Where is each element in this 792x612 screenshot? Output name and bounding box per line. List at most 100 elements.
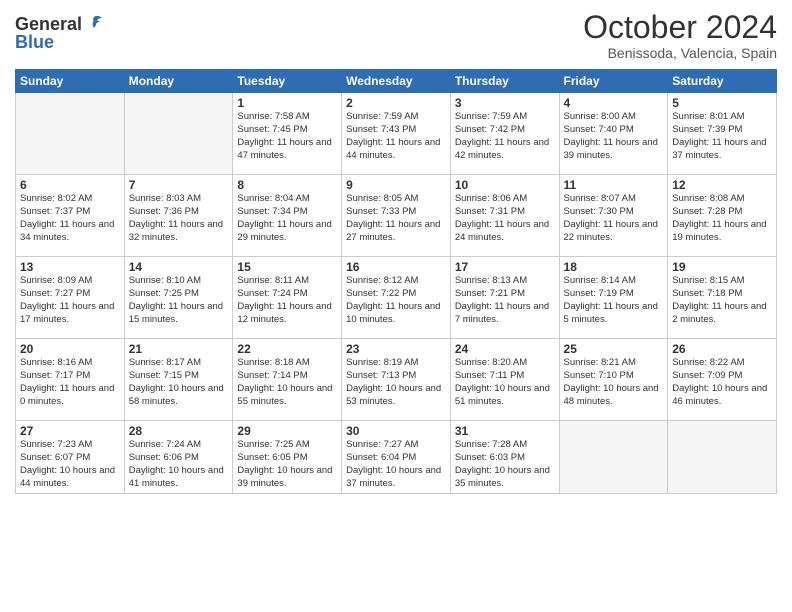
logo-bird-icon — [84, 14, 104, 34]
day-of-week-header: Tuesday — [233, 70, 342, 93]
calendar-week-row: 1Sunrise: 7:58 AM Sunset: 7:45 PM Daylig… — [16, 93, 777, 175]
day-number: 4 — [564, 96, 664, 110]
day-number: 10 — [455, 178, 555, 192]
day-info: Sunrise: 8:03 AM Sunset: 7:36 PM Dayligh… — [129, 193, 229, 244]
day-info: Sunrise: 8:10 AM Sunset: 7:25 PM Dayligh… — [129, 275, 229, 326]
calendar-week-row: 27Sunrise: 7:23 AM Sunset: 6:07 PM Dayli… — [16, 421, 777, 494]
day-info: Sunrise: 8:12 AM Sunset: 7:22 PM Dayligh… — [346, 275, 446, 326]
calendar-day-cell — [668, 421, 777, 494]
day-info: Sunrise: 8:09 AM Sunset: 7:27 PM Dayligh… — [20, 275, 120, 326]
day-info: Sunrise: 7:59 AM Sunset: 7:43 PM Dayligh… — [346, 111, 446, 162]
calendar-day-cell: 22Sunrise: 8:18 AM Sunset: 7:14 PM Dayli… — [233, 339, 342, 421]
day-number: 2 — [346, 96, 446, 110]
day-of-week-header: Wednesday — [342, 70, 451, 93]
day-number: 27 — [20, 424, 120, 438]
day-info: Sunrise: 8:20 AM Sunset: 7:11 PM Dayligh… — [455, 357, 555, 408]
day-number: 8 — [237, 178, 337, 192]
day-number: 14 — [129, 260, 229, 274]
calendar-day-cell: 31Sunrise: 7:28 AM Sunset: 6:03 PM Dayli… — [450, 421, 559, 494]
calendar-day-cell: 23Sunrise: 8:19 AM Sunset: 7:13 PM Dayli… — [342, 339, 451, 421]
calendar-day-cell: 9Sunrise: 8:05 AM Sunset: 7:33 PM Daylig… — [342, 175, 451, 257]
calendar-day-cell: 20Sunrise: 8:16 AM Sunset: 7:17 PM Dayli… — [16, 339, 125, 421]
page: General Blue October 2024 Benissoda, Val… — [0, 0, 792, 612]
day-number: 16 — [346, 260, 446, 274]
day-number: 31 — [455, 424, 555, 438]
calendar-day-cell — [124, 93, 233, 175]
day-of-week-header: Sunday — [16, 70, 125, 93]
day-number: 20 — [20, 342, 120, 356]
day-info: Sunrise: 8:01 AM Sunset: 7:39 PM Dayligh… — [672, 111, 772, 162]
calendar-day-cell: 21Sunrise: 8:17 AM Sunset: 7:15 PM Dayli… — [124, 339, 233, 421]
calendar-day-cell: 14Sunrise: 8:10 AM Sunset: 7:25 PM Dayli… — [124, 257, 233, 339]
calendar-day-cell: 26Sunrise: 8:22 AM Sunset: 7:09 PM Dayli… — [668, 339, 777, 421]
logo: General Blue — [15, 14, 104, 53]
day-number: 21 — [129, 342, 229, 356]
day-info: Sunrise: 8:11 AM Sunset: 7:24 PM Dayligh… — [237, 275, 337, 326]
calendar-day-cell: 11Sunrise: 8:07 AM Sunset: 7:30 PM Dayli… — [559, 175, 668, 257]
calendar-day-cell: 17Sunrise: 8:13 AM Sunset: 7:21 PM Dayli… — [450, 257, 559, 339]
day-number: 23 — [346, 342, 446, 356]
day-info: Sunrise: 8:15 AM Sunset: 7:18 PM Dayligh… — [672, 275, 772, 326]
day-of-week-header: Monday — [124, 70, 233, 93]
calendar-day-cell: 18Sunrise: 8:14 AM Sunset: 7:19 PM Dayli… — [559, 257, 668, 339]
calendar-day-cell: 2Sunrise: 7:59 AM Sunset: 7:43 PM Daylig… — [342, 93, 451, 175]
day-info: Sunrise: 8:21 AM Sunset: 7:10 PM Dayligh… — [564, 357, 664, 408]
day-info: Sunrise: 7:25 AM Sunset: 6:05 PM Dayligh… — [237, 439, 337, 490]
calendar-week-row: 13Sunrise: 8:09 AM Sunset: 7:27 PM Dayli… — [16, 257, 777, 339]
day-number: 1 — [237, 96, 337, 110]
day-number: 30 — [346, 424, 446, 438]
day-number: 15 — [237, 260, 337, 274]
day-info: Sunrise: 8:14 AM Sunset: 7:19 PM Dayligh… — [564, 275, 664, 326]
day-info: Sunrise: 8:16 AM Sunset: 7:17 PM Dayligh… — [20, 357, 120, 408]
day-number: 9 — [346, 178, 446, 192]
calendar-day-cell: 27Sunrise: 7:23 AM Sunset: 6:07 PM Dayli… — [16, 421, 125, 494]
day-info: Sunrise: 7:27 AM Sunset: 6:04 PM Dayligh… — [346, 439, 446, 490]
day-number: 24 — [455, 342, 555, 356]
day-info: Sunrise: 8:18 AM Sunset: 7:14 PM Dayligh… — [237, 357, 337, 408]
day-info: Sunrise: 8:02 AM Sunset: 7:37 PM Dayligh… — [20, 193, 120, 244]
calendar-week-row: 20Sunrise: 8:16 AM Sunset: 7:17 PM Dayli… — [16, 339, 777, 421]
day-number: 29 — [237, 424, 337, 438]
calendar-day-cell: 30Sunrise: 7:27 AM Sunset: 6:04 PM Dayli… — [342, 421, 451, 494]
calendar-day-cell: 12Sunrise: 8:08 AM Sunset: 7:28 PM Dayli… — [668, 175, 777, 257]
day-info: Sunrise: 8:13 AM Sunset: 7:21 PM Dayligh… — [455, 275, 555, 326]
calendar-subtitle: Benissoda, Valencia, Spain — [583, 45, 777, 61]
day-info: Sunrise: 8:19 AM Sunset: 7:13 PM Dayligh… — [346, 357, 446, 408]
calendar-day-cell: 28Sunrise: 7:24 AM Sunset: 6:06 PM Dayli… — [124, 421, 233, 494]
day-number: 13 — [20, 260, 120, 274]
day-number: 3 — [455, 96, 555, 110]
calendar-week-row: 6Sunrise: 8:02 AM Sunset: 7:37 PM Daylig… — [16, 175, 777, 257]
calendar-day-cell: 5Sunrise: 8:01 AM Sunset: 7:39 PM Daylig… — [668, 93, 777, 175]
day-number: 17 — [455, 260, 555, 274]
day-info: Sunrise: 7:58 AM Sunset: 7:45 PM Dayligh… — [237, 111, 337, 162]
day-info: Sunrise: 8:08 AM Sunset: 7:28 PM Dayligh… — [672, 193, 772, 244]
calendar-day-cell: 1Sunrise: 7:58 AM Sunset: 7:45 PM Daylig… — [233, 93, 342, 175]
calendar-day-cell: 3Sunrise: 7:59 AM Sunset: 7:42 PM Daylig… — [450, 93, 559, 175]
calendar-day-cell: 29Sunrise: 7:25 AM Sunset: 6:05 PM Dayli… — [233, 421, 342, 494]
title-block: October 2024 Benissoda, Valencia, Spain — [583, 10, 777, 61]
day-number: 19 — [672, 260, 772, 274]
calendar-header-row: SundayMondayTuesdayWednesdayThursdayFrid… — [16, 70, 777, 93]
day-of-week-header: Saturday — [668, 70, 777, 93]
day-of-week-header: Friday — [559, 70, 668, 93]
day-number: 5 — [672, 96, 772, 110]
day-number: 7 — [129, 178, 229, 192]
calendar-day-cell: 24Sunrise: 8:20 AM Sunset: 7:11 PM Dayli… — [450, 339, 559, 421]
calendar-day-cell: 10Sunrise: 8:06 AM Sunset: 7:31 PM Dayli… — [450, 175, 559, 257]
day-number: 11 — [564, 178, 664, 192]
day-info: Sunrise: 8:17 AM Sunset: 7:15 PM Dayligh… — [129, 357, 229, 408]
calendar-day-cell — [16, 93, 125, 175]
day-number: 22 — [237, 342, 337, 356]
calendar-day-cell: 4Sunrise: 8:00 AM Sunset: 7:40 PM Daylig… — [559, 93, 668, 175]
calendar-day-cell: 25Sunrise: 8:21 AM Sunset: 7:10 PM Dayli… — [559, 339, 668, 421]
calendar-day-cell — [559, 421, 668, 494]
day-info: Sunrise: 7:59 AM Sunset: 7:42 PM Dayligh… — [455, 111, 555, 162]
day-info: Sunrise: 7:23 AM Sunset: 6:07 PM Dayligh… — [20, 439, 120, 490]
calendar-day-cell: 8Sunrise: 8:04 AM Sunset: 7:34 PM Daylig… — [233, 175, 342, 257]
calendar-title: October 2024 — [583, 10, 777, 45]
calendar-day-cell: 15Sunrise: 8:11 AM Sunset: 7:24 PM Dayli… — [233, 257, 342, 339]
calendar-day-cell: 16Sunrise: 8:12 AM Sunset: 7:22 PM Dayli… — [342, 257, 451, 339]
day-of-week-header: Thursday — [450, 70, 559, 93]
calendar-day-cell: 6Sunrise: 8:02 AM Sunset: 7:37 PM Daylig… — [16, 175, 125, 257]
day-number: 12 — [672, 178, 772, 192]
